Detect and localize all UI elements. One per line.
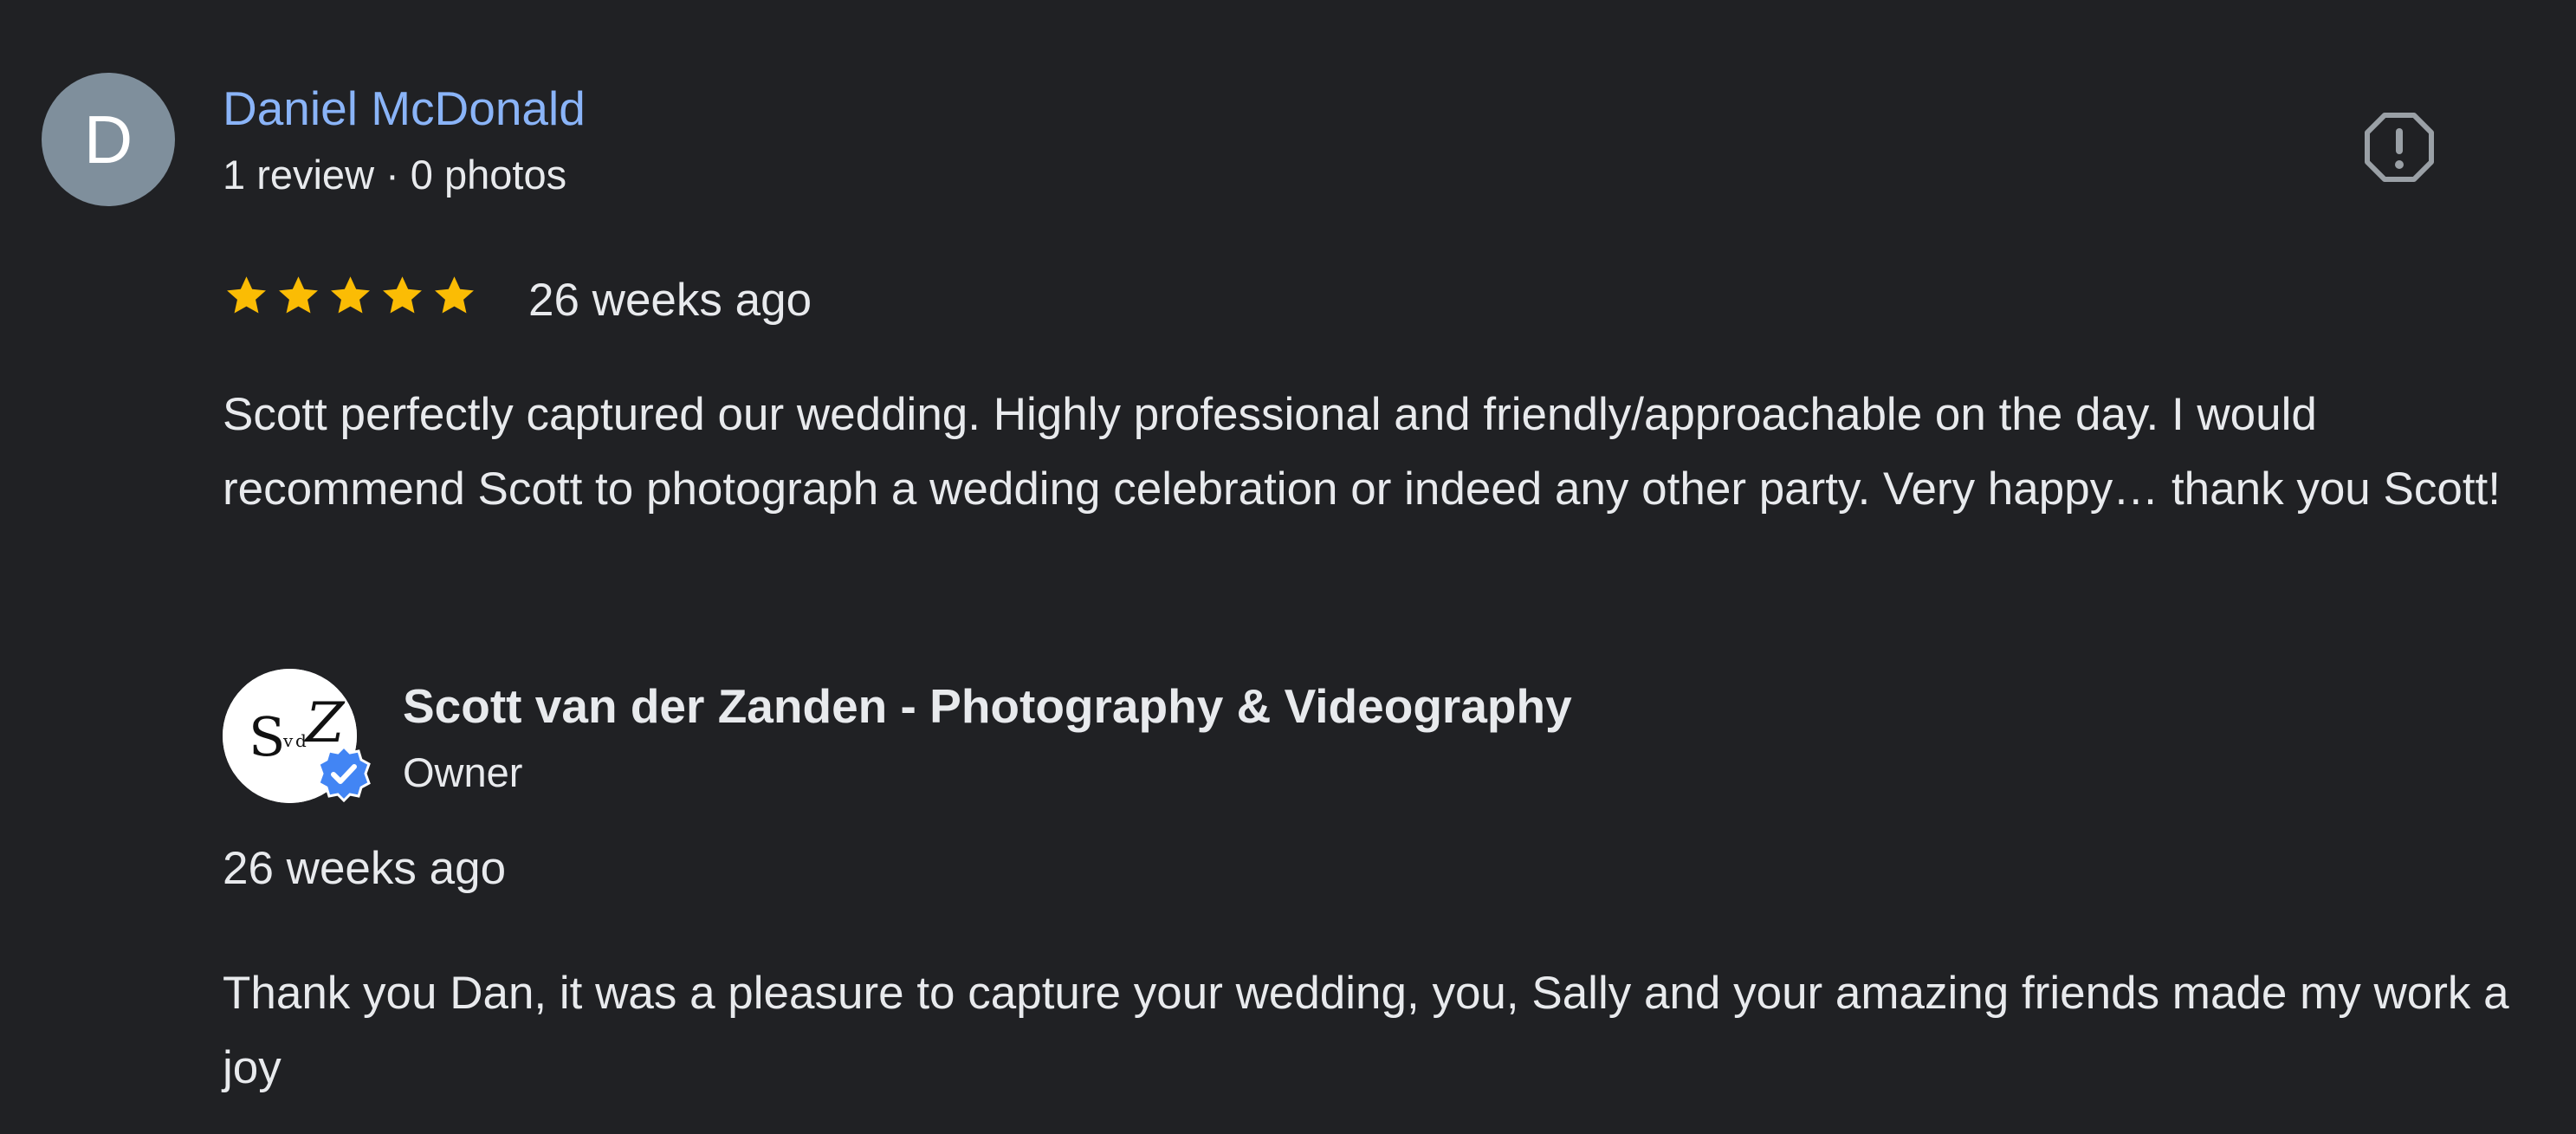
star-icon [279, 276, 318, 314]
star-icon [435, 276, 474, 314]
svg-text:S: S [249, 705, 285, 768]
svg-text:v: v [282, 730, 294, 751]
reviewer-meta: 1 review · 0 photos [223, 152, 567, 198]
report-flag-icon[interactable] [2363, 111, 2436, 184]
owner-role: Owner [403, 749, 523, 795]
star-icon [383, 276, 422, 314]
star-icon [227, 276, 266, 314]
owner-name[interactable]: Scott van der Zanden - Photography & Vid… [403, 677, 1572, 735]
star-rating [223, 272, 478, 320]
reply-text: Thank you Dan, it was a pleasure to capt… [223, 968, 2509, 1093]
reviewer-name-link[interactable]: Daniel McDonald [223, 80, 586, 137]
star-icon [331, 276, 370, 314]
verified-badge-icon [317, 745, 371, 802]
reply-date: 26 weeks ago [223, 843, 507, 894]
avatar-letter: D [83, 101, 133, 178]
review-date: 26 weeks ago [528, 275, 812, 326]
review-text: Scott perfectly captured our wedding. Hi… [223, 389, 2501, 515]
reviewer-avatar[interactable]: D [42, 73, 175, 206]
